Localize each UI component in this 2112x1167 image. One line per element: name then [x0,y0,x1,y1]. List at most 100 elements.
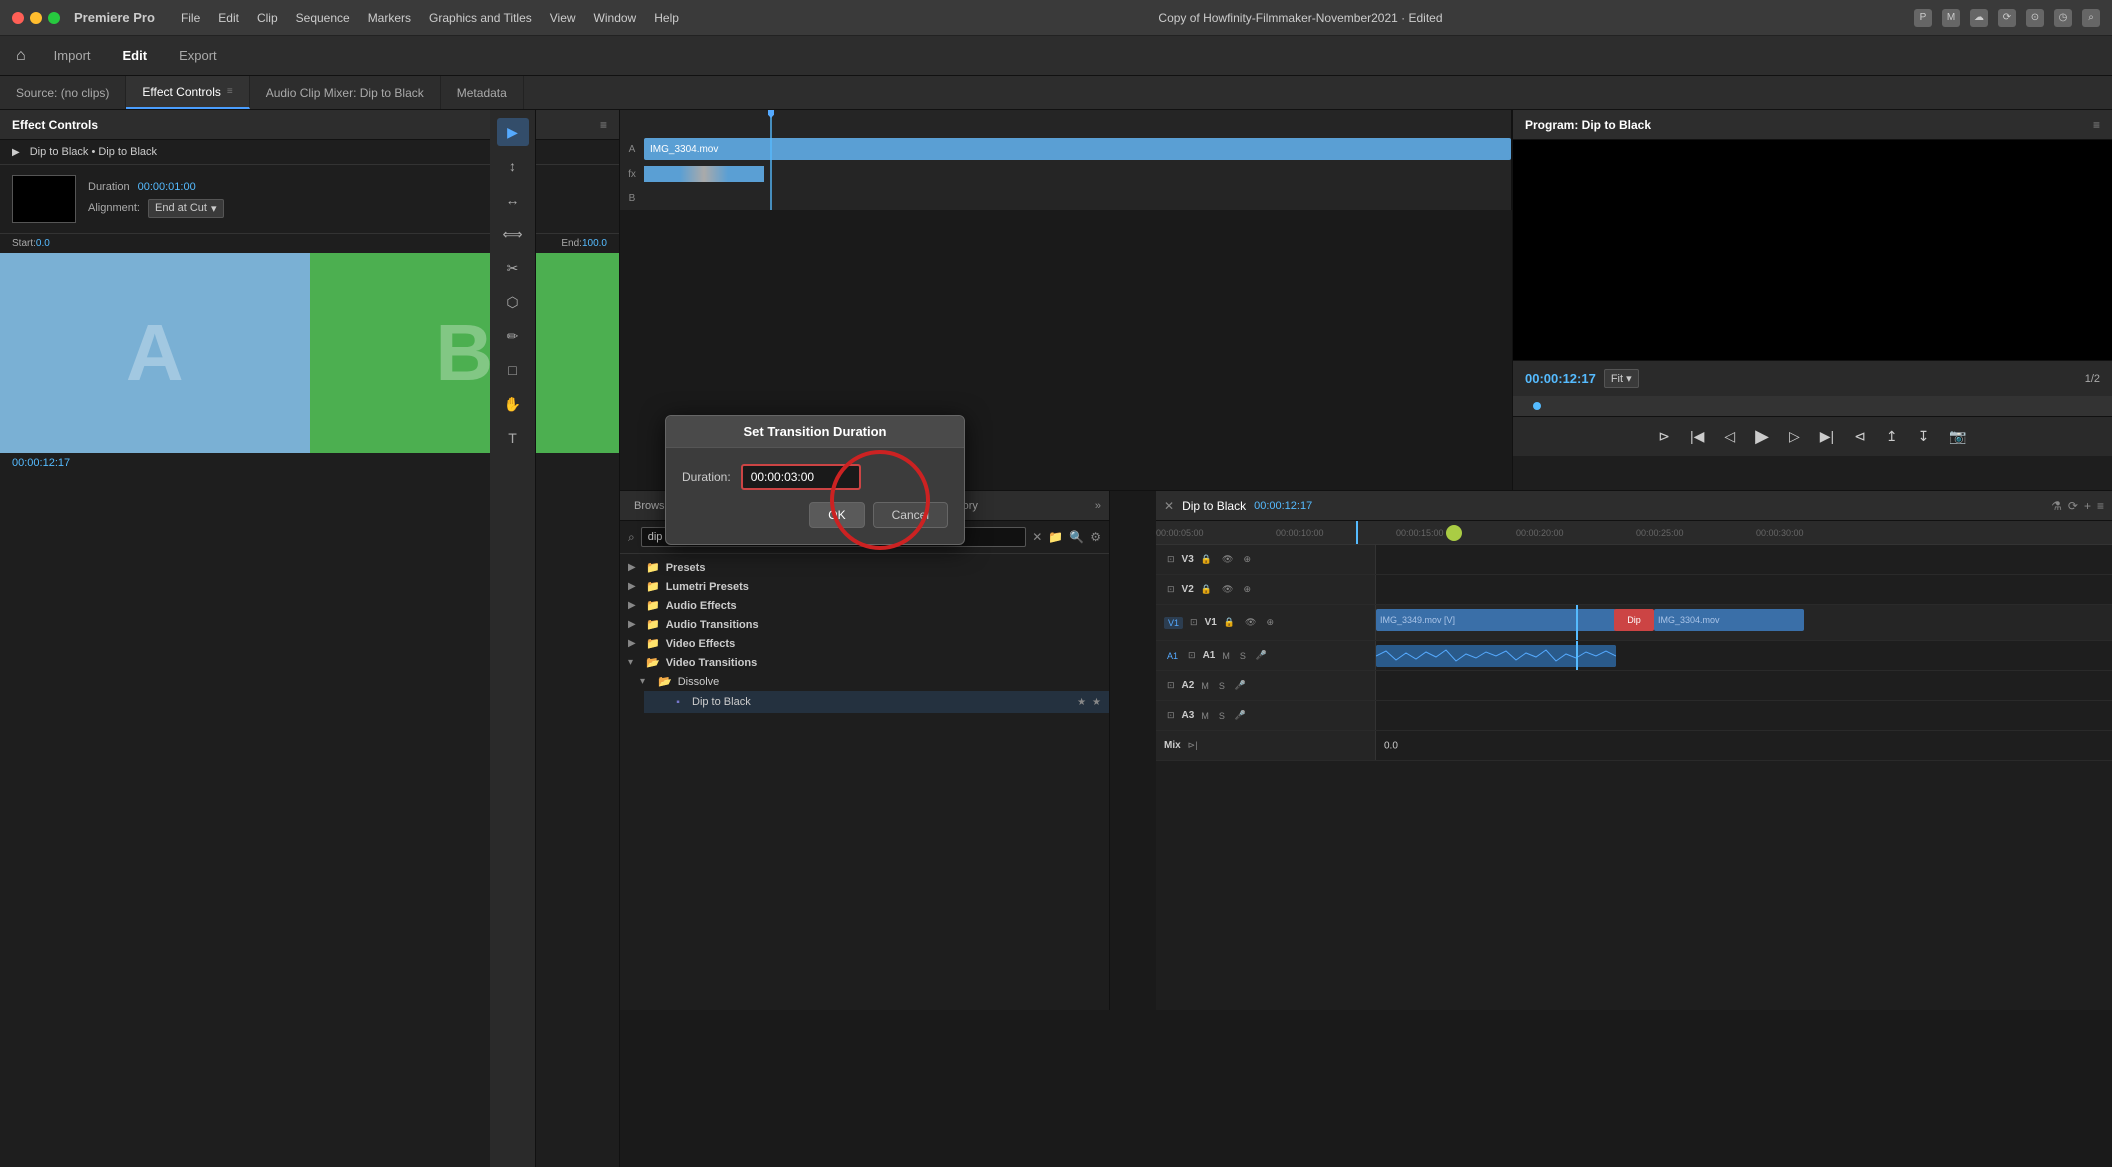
menu-clip[interactable]: Clip [249,7,286,29]
track-v3-target-btn[interactable]: ⊕ [1240,553,1254,566]
dialog-ok-button[interactable]: OK [809,502,864,528]
search-icon[interactable]: ⌕ [2082,9,2100,27]
set-transition-duration-dialog[interactable]: Set Transition Duration Duration: OK Can… [665,415,965,545]
play-stop-button[interactable]: ▶ [1751,422,1773,451]
edit-button[interactable]: Edit [111,44,160,67]
program-timeline-bar[interactable] [1513,396,2112,416]
program-menu-icon[interactable]: ≡ [2093,118,2100,132]
track-v3-content[interactable] [1376,545,2112,574]
alignment-dropdown[interactable]: End at Cut ▾ [148,199,224,218]
rolling-edit-tool[interactable]: ⟺ [497,220,529,248]
timeline-filter-icon[interactable]: ⚗ [2051,499,2062,513]
timeline-close-icon[interactable]: ✕ [1164,499,1174,513]
track-a2-s-btn[interactable]: S [1216,680,1228,692]
timeline-menu-icon[interactable]: ≡ [2097,499,2104,513]
track-v2-eye-btn[interactable]: 👁 [1219,583,1236,596]
rectangle-tool[interactable]: □ [497,356,529,384]
mark-in-button[interactable]: ⊳ [1654,424,1674,449]
track-a1-target-btn[interactable]: A1 [1164,650,1181,662]
hand-tool[interactable]: ✋ [497,390,529,418]
timeline-add-icon[interactable]: + [2084,499,2091,513]
export-frame-button[interactable]: 📷 [1945,424,1970,449]
track-v1-more-btn[interactable]: ⊕ [1263,616,1277,629]
track-a1-sync-btn[interactable]: ⊡ [1185,649,1199,662]
fit-dropdown[interactable]: Fit ▾ [1604,369,1639,388]
pen-tool[interactable]: ✏ [497,322,529,350]
slip-tool[interactable]: ⬡ [497,288,529,316]
video-clip-1[interactable]: IMG_3349.mov [V] [1376,609,1616,631]
tab-audio-clip-mixer[interactable]: Audio Clip Mixer: Dip to Black [250,76,441,109]
track-v2-content[interactable] [1376,575,2112,604]
track-a2-m-btn[interactable]: M [1198,680,1212,692]
tree-item-presets[interactable]: ▶ 📁 Presets [620,558,1109,577]
mark-out-button[interactable]: ⊲ [1850,424,1870,449]
track-a2-mic-btn[interactable]: 🎤 [1232,679,1249,692]
new-bin-button[interactable]: 📁 [1048,530,1063,544]
track-a1-content[interactable] [1376,641,2112,670]
step-back-button[interactable]: |◀ [1686,424,1708,449]
tab-source[interactable]: Source: (no clips) [0,76,126,109]
insert-button[interactable]: ↥ [1882,424,1902,449]
tree-item-audio-transitions[interactable]: ▶ 📁 Audio Transitions [620,615,1109,634]
video-clip-2[interactable]: IMG_3304.mov [1654,609,1804,631]
frame-forward-button[interactable]: ▷ [1785,424,1804,449]
track-a1-m-btn[interactable]: M [1219,650,1233,662]
timeline-settings-icon[interactable]: ⟳ [2068,499,2078,513]
track-v2-sync-btn[interactable]: ⊡ [1164,583,1178,596]
overwrite-button[interactable]: ↧ [1914,424,1934,449]
panel-menu-icon[interactable]: ≡ [600,118,607,132]
menu-help[interactable]: Help [646,7,687,29]
tree-item-lumetri[interactable]: ▶ 📁 Lumetri Presets [620,577,1109,596]
track-v1-sync-btn[interactable]: ⊡ [1187,616,1201,629]
step-forward-button[interactable]: ▶| [1816,424,1838,449]
menu-sequence[interactable]: Sequence [288,7,358,29]
menu-window[interactable]: Window [586,7,645,29]
track-a1-s-btn[interactable]: S [1237,650,1249,662]
menu-markers[interactable]: Markers [360,7,419,29]
tree-item-video-transitions[interactable]: ▾ 📂 Video Transitions [620,653,1109,672]
home-icon[interactable]: ⌂ [16,47,26,65]
find-button[interactable]: 🔍 [1069,530,1084,544]
track-a2-sync-btn[interactable]: ⊡ [1164,679,1178,692]
zoom-button[interactable] [48,12,60,24]
track-v3-lock-btn[interactable]: 🔒 [1198,553,1215,566]
track-v1-content[interactable]: IMG_3349.mov [V] Dip IMG_3304.mov [1376,605,2112,640]
audio-clip-a1[interactable] [1376,645,1616,667]
clear-search-button[interactable]: ✕ [1032,530,1042,544]
effects-settings-button[interactable]: ⚙ [1090,530,1101,544]
dialog-cancel-button[interactable]: Cancel [873,502,948,528]
track-v2-target-btn[interactable]: ⊕ [1240,583,1254,596]
menu-graphics[interactable]: Graphics and Titles [421,7,540,29]
track-mix-content[interactable]: 0.0 [1376,731,2112,760]
tree-item-audio-effects[interactable]: ▶ 📁 Audio Effects [620,596,1109,615]
tree-item-video-effects[interactable]: ▶ 📁 Video Effects [620,634,1109,653]
effects-expand-icon[interactable]: » [1095,500,1101,512]
minimize-button[interactable] [30,12,42,24]
track-a3-m-btn[interactable]: M [1198,710,1212,722]
track-v1-target-btn[interactable]: V1 [1164,617,1183,629]
tree-item-dip-to-black[interactable]: ▶ ▪ Dip to Black ★ ★ [644,691,1109,713]
track-v2-lock-btn[interactable]: 🔒 [1198,583,1215,596]
razor-tool[interactable]: ✂ [497,254,529,282]
track-a3-sync-btn[interactable]: ⊡ [1164,709,1178,722]
play-button[interactable]: ▶ [12,147,20,158]
type-tool[interactable]: T [497,424,529,452]
tab-metadata[interactable]: Metadata [441,76,524,109]
track-v3-eye-btn[interactable]: 👁 [1219,553,1236,566]
menu-edit[interactable]: Edit [210,7,247,29]
dialog-duration-input[interactable] [741,464,861,490]
track-a1-mic-btn[interactable]: 🎤 [1253,649,1270,662]
frame-back-button[interactable]: ◁ [1720,424,1739,449]
tree-item-dissolve[interactable]: ▾ 📂 Dissolve [632,672,1109,691]
menu-view[interactable]: View [542,7,584,29]
track-v1-lock-btn[interactable]: 🔒 [1221,616,1238,629]
ripple-edit-tool[interactable]: ↔ [497,186,529,214]
track-a3-s-btn[interactable]: S [1216,710,1228,722]
import-button[interactable]: Import [42,44,103,67]
timeline-ruler[interactable]: 00:00:05:00 00:00:10:00 00:00:15:00 00:0… [1156,521,2112,545]
menu-file[interactable]: File [173,7,208,29]
tab-effect-controls[interactable]: Effect Controls ≡ [126,76,249,109]
transition-clip[interactable]: Dip [1614,609,1654,631]
close-icon[interactable]: ≡ [227,86,233,97]
track-select-tool[interactable]: ↕ [497,152,529,180]
